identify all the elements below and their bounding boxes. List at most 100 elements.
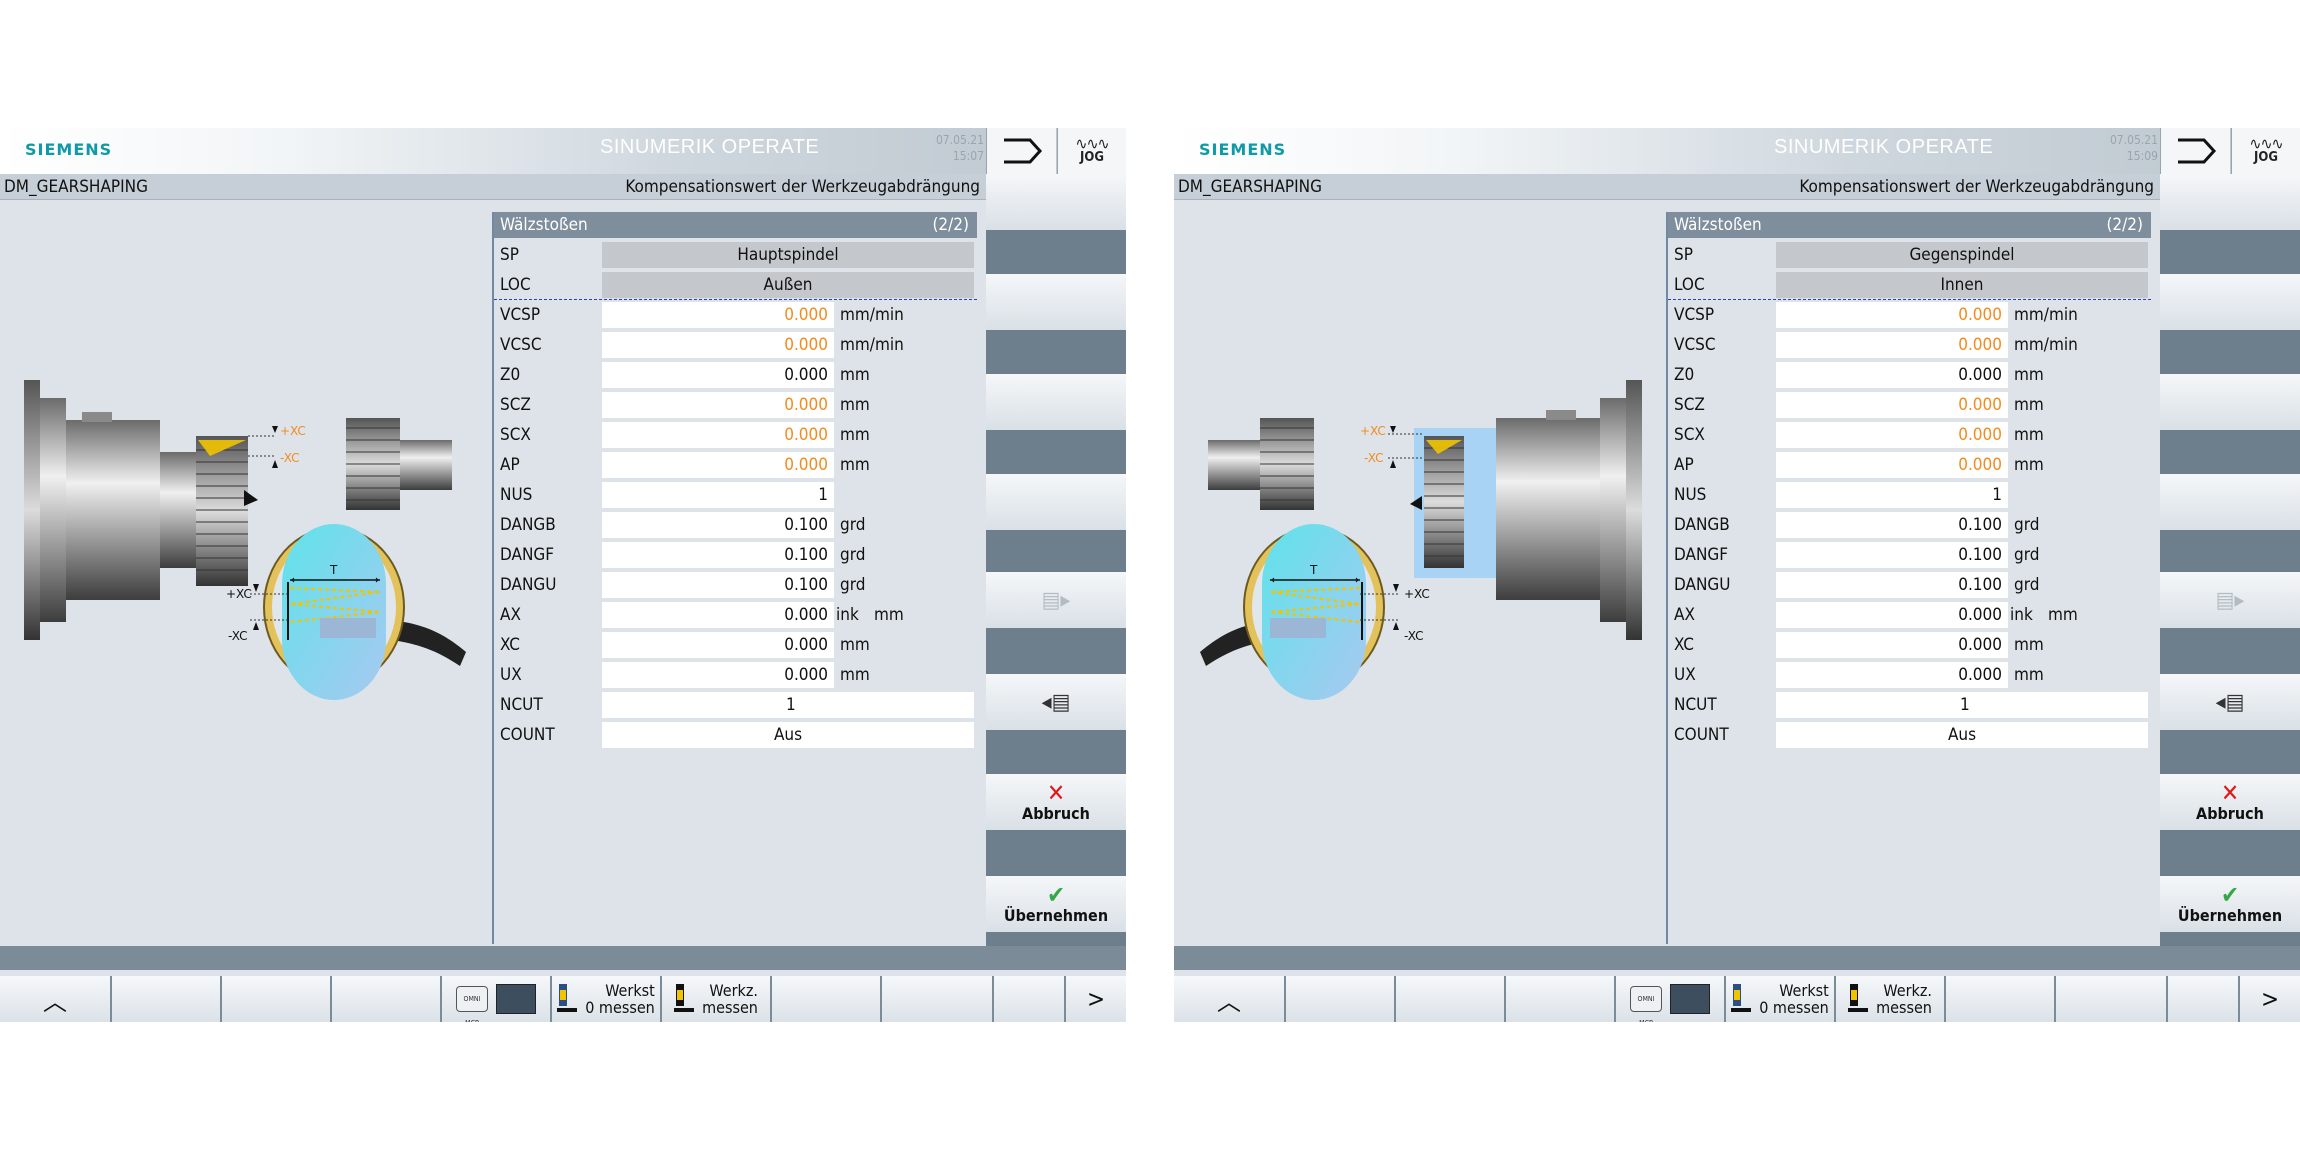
sp-select[interactable]: Hauptspindel <box>602 242 974 268</box>
vcsc-input[interactable]: 0.000 <box>1776 332 2008 358</box>
jog-mode-button[interactable]: ∿∿∿ JOG <box>1057 128 1126 174</box>
loc-select[interactable]: Innen <box>1776 272 2148 298</box>
ap-input[interactable]: 0.000 <box>602 452 834 478</box>
vcsp-input[interactable]: 0.000 <box>1776 302 2008 328</box>
machine-panel-icon: OMNI MCP <box>456 986 488 1022</box>
param-row-dangf: DANGF 0.100 grd <box>1668 540 2151 570</box>
vsk-4[interactable] <box>986 474 1126 530</box>
hsk-workpiece-measure[interactable]: Werkst 0 messen <box>552 976 660 1022</box>
vsk-graphic-view[interactable]: ▤▸ <box>2160 572 2300 628</box>
hsk-4[interactable] <box>1506 976 1614 1022</box>
vsk-3[interactable] <box>986 374 1126 430</box>
hsk-3[interactable] <box>222 976 330 1022</box>
vsk-2[interactable] <box>986 274 1126 330</box>
return-button[interactable] <box>2160 128 2230 174</box>
dangu-input[interactable]: 0.100 <box>1776 572 2008 598</box>
param-unit: mm <box>840 425 870 445</box>
scz-input[interactable]: 0.000 <box>1776 392 2008 418</box>
cancel-button[interactable]: ✕ Abbruch <box>2160 774 2300 830</box>
loc-select[interactable]: Außen <box>602 272 974 298</box>
hsk-9[interactable] <box>2056 976 2166 1022</box>
hsk-machine-view[interactable]: OMNI MCP <box>1616 976 1724 1022</box>
xc-input[interactable]: 0.000 <box>602 632 834 658</box>
t-label: T <box>329 563 338 577</box>
dangb-input[interactable]: 0.100 <box>602 512 834 538</box>
count-select[interactable]: Aus <box>602 722 974 748</box>
param-row-nus: NUS 1 <box>1668 480 2151 510</box>
vsk-list-view[interactable]: ◂▤ <box>2160 674 2300 730</box>
vsk-1[interactable] <box>2160 174 2300 230</box>
ncut-input[interactable]: 1 <box>1776 692 2148 718</box>
ax-ink-toggle[interactable]: ink <box>836 602 870 628</box>
sp-select[interactable]: Gegenspindel <box>1776 242 2148 268</box>
nus-input[interactable]: 1 <box>602 482 834 508</box>
ap-input[interactable]: 0.000 <box>1776 452 2008 478</box>
ax-input[interactable]: 0.000 <box>602 602 834 628</box>
hsk-4[interactable] <box>332 976 440 1022</box>
nus-input[interactable]: 1 <box>1776 482 2008 508</box>
ux-input[interactable]: 0.000 <box>602 662 834 688</box>
hsk-8[interactable] <box>1946 976 2054 1022</box>
hsk-next-button[interactable]: > <box>2240 976 2300 1022</box>
scx-input[interactable]: 0.000 <box>602 422 834 448</box>
hsk-machine-view[interactable]: OMNI MCP <box>442 976 550 1022</box>
ncut-input[interactable]: 1 <box>602 692 974 718</box>
param-row-ap: AP 0.000 mm <box>494 450 977 480</box>
hsk-10[interactable] <box>2168 976 2238 1022</box>
dangu-input[interactable]: 0.100 <box>602 572 834 598</box>
param-label: AX <box>500 605 521 625</box>
hsk-tool-measure[interactable]: Werkz. messen <box>662 976 770 1022</box>
ax-ink-toggle[interactable]: ink <box>2010 602 2044 628</box>
jog-mode-button[interactable]: ∿∿∿ JOG <box>2231 128 2300 174</box>
dialog-title: Kompensationswert der Werkzeugabdrängung <box>625 177 980 197</box>
param-label: NCUT <box>1674 695 1717 715</box>
vsk-3[interactable] <box>2160 374 2300 430</box>
help-graphic: +XC -XC T +XC -XC <box>0 200 492 946</box>
ux-input[interactable]: 0.000 <box>1776 662 2008 688</box>
hsk-next-button[interactable]: > <box>1066 976 1126 1022</box>
dangf-input[interactable]: 0.100 <box>1776 542 2008 568</box>
accept-button[interactable]: ✔ Übernehmen <box>986 876 1126 932</box>
accept-button[interactable]: ✔ Übernehmen <box>2160 876 2300 932</box>
ax-input[interactable]: 0.000 <box>1776 602 2008 628</box>
hsk-2[interactable] <box>1286 976 1394 1022</box>
hmi-screen-right: SIEMENS SINUMERIK OPERATE 07.05.21 15:09… <box>1174 128 2300 1022</box>
dangb-input[interactable]: 0.100 <box>1776 512 2008 538</box>
hsk-tool-measure[interactable]: Werkz. messen <box>1836 976 1944 1022</box>
parameter-rows: SP Hauptspindel LOC Außen VCSP 0.000 mm/… <box>494 240 977 750</box>
param-unit: mm <box>2014 635 2044 655</box>
cancel-button[interactable]: ✕ Abbruch <box>986 774 1126 830</box>
param-unit: mm <box>840 395 870 415</box>
hsk-8[interactable] <box>772 976 880 1022</box>
param-row-dangu: DANGU 0.100 grd <box>1668 570 2151 600</box>
count-select[interactable]: Aus <box>1776 722 2148 748</box>
vsk-list-view[interactable]: ◂▤ <box>986 674 1126 730</box>
datetime: 07.05.21 15:07 <box>918 132 984 164</box>
jog-label: JOG <box>2254 150 2278 165</box>
param-unit: grd <box>840 545 866 565</box>
z0-input[interactable]: 0.000 <box>1776 362 2008 388</box>
param-row-ncut: NCUT 1 <box>1668 690 2151 720</box>
hsk-up-button[interactable]: ︿ <box>0 976 110 1022</box>
scz-input[interactable]: 0.000 <box>602 392 834 418</box>
vsk-graphic-view[interactable]: ▤▸ <box>986 572 1126 628</box>
vsk-2[interactable] <box>2160 274 2300 330</box>
dangf-input[interactable]: 0.100 <box>602 542 834 568</box>
z0-input[interactable]: 0.000 <box>602 362 834 388</box>
xc-input[interactable]: 0.000 <box>1776 632 2008 658</box>
hsk-3[interactable] <box>1396 976 1504 1022</box>
return-button[interactable] <box>986 128 1056 174</box>
vsk-4[interactable] <box>2160 474 2300 530</box>
param-label: Z0 <box>500 365 521 385</box>
vcsc-input[interactable]: 0.000 <box>602 332 834 358</box>
hsk-2[interactable] <box>112 976 220 1022</box>
vsk-1[interactable] <box>986 174 1126 230</box>
hsk-9[interactable] <box>882 976 992 1022</box>
hsk-up-button[interactable]: ︿ <box>1174 976 1284 1022</box>
vcsp-input[interactable]: 0.000 <box>602 302 834 328</box>
hsk-10[interactable] <box>994 976 1064 1022</box>
jog-label: JOG <box>1080 150 1104 165</box>
param-label: SCZ <box>500 395 531 415</box>
scx-input[interactable]: 0.000 <box>1776 422 2008 448</box>
hsk-workpiece-measure[interactable]: Werkst 0 messen <box>1726 976 1834 1022</box>
